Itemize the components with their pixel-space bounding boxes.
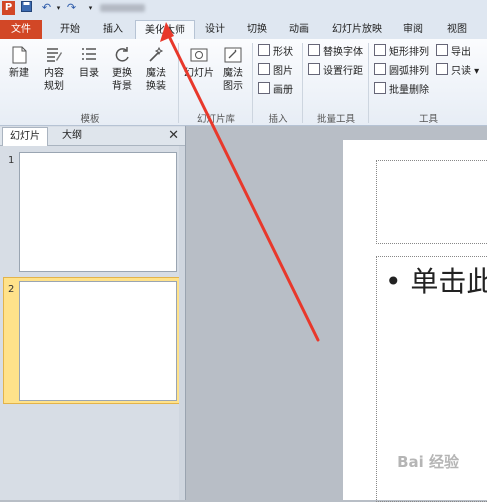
line-spacing-button[interactable]: 设置行距 — [308, 63, 363, 79]
line-spacing-icon — [308, 63, 320, 75]
slide-number: 1 — [8, 155, 15, 166]
tab-review[interactable]: 审阅 — [396, 20, 430, 39]
readonly-label: 只读 — [451, 66, 471, 77]
powerpoint-app-icon[interactable]: P — [2, 1, 15, 15]
new-icon — [12, 46, 27, 64]
ribbon: 新建 内容 规划 目录 更换 背景 魔法 换装 幻灯片 魔法 图示 形状 图片 … — [0, 39, 487, 126]
replace-font-label: 替换字体 — [323, 47, 363, 58]
group-separator — [252, 43, 253, 123]
export-icon — [436, 44, 448, 56]
slide-library-button[interactable]: 幻灯片 — [182, 45, 216, 80]
export-button[interactable]: 导出 — [436, 44, 471, 60]
quick-access-toolbar: P ↶ ▾ ↷ ▾ — [0, 0, 487, 17]
magic-diagram-button[interactable]: 魔法 图示 — [218, 45, 248, 93]
tab-view[interactable]: 视图 — [440, 20, 474, 39]
batch-delete-button[interactable]: 批量删除 — [374, 82, 429, 98]
pane-tabs: 幻灯片 大纲 ✕ — [0, 127, 185, 146]
save-icon[interactable] — [20, 1, 33, 15]
rect-arrange-button[interactable]: 矩形排列 — [374, 44, 429, 60]
rect-arrange-label: 矩形排列 — [389, 47, 429, 58]
shape-icon — [258, 44, 270, 56]
replace-font-button[interactable]: 替换字体 — [308, 44, 363, 60]
batch-delete-label: 批量删除 — [389, 85, 429, 96]
magic-makeover-label-2: 换装 — [146, 81, 166, 92]
group-label-template: 模板 — [80, 114, 100, 125]
group-label-insert: 插入 — [268, 114, 288, 125]
change-background-button[interactable]: 更换 背景 — [107, 45, 137, 93]
magic-makeover-label-1: 魔法 — [146, 68, 166, 79]
magic-wand-icon — [149, 46, 164, 62]
slide-thumbnail-1[interactable] — [19, 152, 177, 272]
slide-library-label: 幻灯片 — [184, 68, 214, 79]
refresh-icon — [115, 47, 129, 62]
slide-thumbnail-2[interactable] — [19, 281, 177, 401]
window-title — [100, 4, 145, 12]
insert-picture-button[interactable]: 图片 — [258, 63, 293, 79]
arc-arrange-button[interactable]: 圆弧排列 — [374, 63, 429, 79]
tab-slides[interactable]: 幻灯片 — [2, 127, 48, 146]
customize-qat-icon[interactable]: ▾ — [84, 1, 97, 15]
tab-beautify-master[interactable]: 美化大师 — [135, 20, 195, 40]
tab-home[interactable]: 开始 — [52, 20, 88, 39]
album-icon — [258, 82, 270, 94]
tab-file[interactable]: 文件 — [0, 20, 42, 39]
group-separator — [368, 43, 369, 123]
new-label: 新建 — [9, 68, 29, 79]
group-label-slide-library: 幻灯片库 — [196, 114, 235, 125]
magic-diagram-label-1: 魔法 — [223, 68, 243, 79]
tab-design[interactable]: 设计 — [198, 20, 232, 39]
tab-outline[interactable]: 大纲 — [50, 127, 94, 145]
tab-insert[interactable]: 插入 — [95, 20, 131, 39]
content-plan-label-1: 内容 — [44, 68, 64, 79]
picture-icon — [258, 63, 270, 75]
insert-shape-label: 形状 — [273, 47, 293, 58]
arc-arrange-icon — [374, 63, 386, 75]
line-spacing-label: 设置行距 — [323, 66, 363, 77]
readonly-button[interactable]: 只读 ▾ — [436, 63, 479, 79]
rect-arrange-icon — [374, 44, 386, 56]
arc-arrange-label: 圆弧排列 — [389, 66, 429, 77]
batch-delete-icon — [374, 82, 386, 94]
content-plan-icon — [47, 48, 62, 62]
magic-diagram-icon — [224, 47, 242, 63]
bullet-text-content: 单击此 — [410, 265, 487, 298]
toc-icon — [82, 48, 96, 60]
slide-library-icon — [190, 48, 208, 62]
new-button[interactable]: 新建 — [4, 45, 34, 80]
content-plan-label-2: 规划 — [44, 81, 64, 92]
current-slide[interactable]: • 单击此 — [343, 140, 487, 502]
change-background-label-1: 更换 — [112, 68, 132, 79]
watermark: Bai 经验 — [397, 453, 459, 471]
tab-animations[interactable]: 动画 — [282, 20, 316, 39]
group-separator — [178, 43, 179, 123]
ribbon-tab-row: 文件 开始 插入 美化大师 设计 切换 动画 幻灯片放映 审阅 视图 — [0, 17, 487, 40]
insert-album-button[interactable]: 画册 — [258, 82, 293, 98]
group-label-tools: 工具 — [418, 114, 438, 125]
insert-picture-label: 图片 — [273, 66, 293, 77]
undo-dropdown-icon[interactable]: ▾ — [52, 1, 65, 15]
change-background-label-2: 背景 — [112, 81, 132, 92]
tab-transitions[interactable]: 切换 — [240, 20, 274, 39]
magic-makeover-button[interactable]: 魔法 换装 — [141, 45, 171, 93]
insert-shape-button[interactable]: 形状 — [258, 44, 293, 60]
readonly-icon — [436, 63, 448, 75]
slide-number: 2 — [8, 284, 15, 295]
toc-button[interactable]: 目录 — [74, 45, 104, 80]
group-label-batch-tools: 批量工具 — [316, 114, 355, 125]
group-separator — [302, 43, 303, 123]
bullet-text[interactable]: • 单击此 — [385, 260, 487, 300]
toc-label: 目录 — [79, 68, 99, 79]
title-placeholder[interactable] — [376, 160, 487, 244]
redo-icon[interactable]: ↷ — [65, 1, 78, 15]
close-pane-icon[interactable]: ✕ — [168, 127, 179, 145]
export-label: 导出 — [451, 47, 471, 58]
content-plan-button[interactable]: 内容 规划 — [38, 45, 70, 93]
tab-slideshow[interactable]: 幻灯片放映 — [326, 20, 388, 39]
replace-font-icon — [308, 44, 320, 56]
insert-album-label: 画册 — [273, 85, 293, 96]
magic-diagram-label-2: 图示 — [223, 81, 243, 92]
